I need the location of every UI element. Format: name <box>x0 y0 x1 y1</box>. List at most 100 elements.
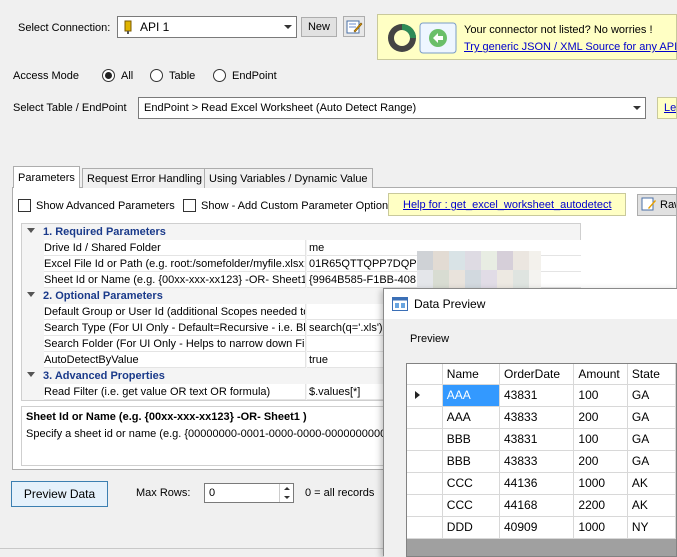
table-cell[interactable]: 44136 <box>499 472 575 495</box>
table-cell[interactable]: 100 <box>573 428 628 451</box>
property-name: AutoDetectByValue <box>44 352 306 368</box>
connection-icon <box>122 20 134 35</box>
property-name: Excel File Id or Path (e.g. root:/somefo… <box>44 256 306 272</box>
table-cell[interactable]: 1000 <box>573 472 628 495</box>
table-cell[interactable]: GA <box>627 428 676 451</box>
table-row[interactable]: CCC 44136 1000 AK <box>407 472 676 495</box>
collapse-icon[interactable] <box>27 372 35 377</box>
table-cell[interactable]: CCC <box>442 472 501 495</box>
window-titlebar[interactable]: Data Preview <box>384 289 677 319</box>
max-rows-input[interactable]: 0 <box>204 483 294 503</box>
collapse-icon[interactable] <box>27 292 35 297</box>
row-header[interactable] <box>407 516 443 539</box>
select-table-label: Select Table / EndPoint <box>13 102 127 114</box>
description-title: Sheet Id or Name (e.g. {00xx-xxx-xx123} … <box>26 411 307 423</box>
table-cell[interactable]: 43831 <box>499 428 575 451</box>
table-endpoint-value: EndPoint > Read Excel Worksheet (Auto De… <box>144 102 417 114</box>
description-text: Specify a sheet id or name (e.g. {000000… <box>26 428 399 440</box>
column-header-state[interactable]: State <box>627 364 676 385</box>
table-cell[interactable]: BBB <box>442 428 501 451</box>
max-rows-value: 0 <box>209 487 216 499</box>
table-cell[interactable]: 44168 <box>499 494 575 517</box>
table-row[interactable]: BBB 43831 100 GA <box>407 428 676 451</box>
table-endpoint-dropdown[interactable]: EndPoint > Read Excel Worksheet (Auto De… <box>138 97 646 119</box>
table-cell[interactable]: AK <box>627 472 676 495</box>
side-link[interactable]: Le <box>664 102 676 114</box>
table-cell[interactable]: BBB <box>442 450 501 473</box>
access-mode-all[interactable]: All <box>102 69 133 82</box>
row-header-corner <box>407 364 443 385</box>
table-cell[interactable]: 1000 <box>573 516 628 539</box>
row-header[interactable] <box>407 494 443 517</box>
table-cell[interactable]: AK <box>627 494 676 517</box>
table-cell[interactable]: 200 <box>573 406 628 429</box>
table-row[interactable]: CCC 44168 2200 AK <box>407 494 676 517</box>
table-cell[interactable]: GA <box>627 406 676 429</box>
show-advanced-check[interactable] <box>18 199 31 212</box>
row-header[interactable] <box>407 384 443 407</box>
collapse-icon[interactable] <box>27 228 35 233</box>
table-cell[interactable]: 43833 <box>499 406 575 429</box>
table-cell[interactable]: AAA <box>442 384 501 407</box>
table-cell[interactable]: AAA <box>442 406 501 429</box>
table-row[interactable]: DDD 40909 1000 NY <box>407 516 676 539</box>
max-rows-hint: 0 = all records <box>305 487 375 499</box>
radio-table[interactable] <box>150 69 163 82</box>
table-cell[interactable]: GA <box>627 450 676 473</box>
connector-promo-box: Your connector not listed? No worries ! … <box>377 14 677 60</box>
radio-all[interactable] <box>102 69 115 82</box>
row-header[interactable] <box>407 450 443 473</box>
window-body: Preview Name OrderDate Amount State AAA <box>384 319 677 557</box>
preview-data-button[interactable]: Preview Data <box>11 481 108 507</box>
table-row[interactable]: BBB 43833 200 GA <box>407 450 676 473</box>
column-header-amount[interactable]: Amount <box>573 364 628 385</box>
show-custom-check[interactable] <box>183 199 196 212</box>
table-row[interactable]: AAA 43831 100 GA <box>407 384 676 407</box>
window-app-icon <box>392 297 408 314</box>
property-name: Default Group or User Id (additional Sco… <box>44 304 306 320</box>
property-name: Search Type (For UI Only - Default=Recur… <box>44 320 306 336</box>
raw-edit-icon <box>641 197 657 214</box>
table-cell[interactable]: DDD <box>442 516 501 539</box>
connection-dropdown[interactable]: API 1 <box>117 16 297 38</box>
tab-using-variables[interactable]: Using Variables / Dynamic Value <box>204 168 373 188</box>
access-mode-table[interactable]: Table <box>150 69 195 82</box>
table-cell[interactable]: NY <box>627 516 676 539</box>
table-row[interactable]: AAA 43833 200 GA <box>407 406 676 429</box>
access-mode-endpoint[interactable]: EndPoint <box>213 69 277 82</box>
table-cell[interactable]: 43833 <box>499 450 575 473</box>
column-header-name[interactable]: Name <box>442 364 501 385</box>
table-cell[interactable]: CCC <box>442 494 501 517</box>
property-name: Read Filter (i.e. get value OR text OR f… <box>44 384 306 400</box>
category-required[interactable]: 1. Required Parameters <box>21 224 581 240</box>
raw-edit-button[interactable]: Raw <box>637 194 677 216</box>
tab-request-error-handling[interactable]: Request Error Handling <box>82 168 207 188</box>
data-preview-window: Data Preview Preview Name OrderDate Amou… <box>383 288 677 557</box>
generic-json-xml-link[interactable]: Try generic JSON / XML Source for any AP… <box>464 41 677 53</box>
table-cell[interactable]: 40909 <box>499 516 575 539</box>
chevron-down-icon[interactable] <box>279 17 296 37</box>
table-cell[interactable]: 200 <box>573 450 628 473</box>
row-header[interactable] <box>407 428 443 451</box>
show-custom-param-checkbox[interactable]: Show - Add Custom Parameter Option <box>183 199 388 212</box>
show-advanced-checkbox[interactable]: Show Advanced Parameters <box>18 199 175 212</box>
current-row-icon <box>415 391 420 399</box>
help-link[interactable]: Help for : get_excel_worksheet_autodetec… <box>403 199 612 211</box>
spin-up-icon[interactable] <box>279 484 293 493</box>
row-header[interactable] <box>407 472 443 495</box>
table-cell[interactable]: 100 <box>573 384 628 407</box>
tab-parameters[interactable]: Parameters <box>13 166 80 188</box>
column-header-orderdate[interactable]: OrderDate <box>499 364 575 385</box>
spin-down-icon[interactable] <box>279 493 293 502</box>
row-header[interactable] <box>407 406 443 429</box>
edit-connection-button[interactable] <box>343 16 365 37</box>
table-cell[interactable]: 2200 <box>573 494 628 517</box>
preview-data-grid[interactable]: Name OrderDate Amount State AAA 43831 10… <box>406 363 677 557</box>
access-mode-endpoint-label: EndPoint <box>232 69 277 82</box>
redacted-value-block <box>417 251 541 289</box>
table-cell[interactable]: GA <box>627 384 676 407</box>
chevron-down-icon[interactable] <box>628 98 645 118</box>
new-connection-button[interactable]: New <box>301 17 337 37</box>
radio-endpoint[interactable] <box>213 69 226 82</box>
table-cell[interactable]: 43831 <box>499 384 575 407</box>
